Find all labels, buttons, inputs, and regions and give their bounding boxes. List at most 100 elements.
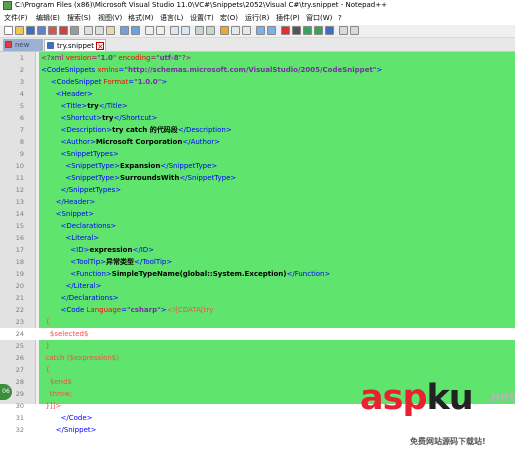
menu-window[interactable]: 窗口(W) (306, 12, 332, 24)
undo-icon[interactable] (120, 26, 129, 35)
indent-guide-icon[interactable] (242, 26, 251, 35)
code-line[interactable]: 23 { (0, 316, 515, 328)
code-token: SnippetType (187, 174, 231, 182)
copy-icon[interactable] (95, 26, 104, 35)
save-all-icon[interactable] (37, 26, 46, 35)
redo-icon[interactable] (131, 26, 140, 35)
close-tab-icon[interactable]: × (96, 42, 104, 51)
menu-language[interactable]: 语言(L) (160, 12, 183, 24)
code-line[interactable]: 20 </Literal> (0, 280, 515, 292)
tab-new[interactable]: new (3, 39, 43, 51)
code-line[interactable]: 18 <ToolTip>异常类型</ToolTip> (0, 256, 515, 268)
code-line[interactable]: 15 <Declarations> (0, 220, 515, 232)
menu-run[interactable]: 运行(R) (245, 12, 269, 24)
menu-search[interactable]: 搜索(S) (67, 12, 91, 24)
code-token: Description (185, 126, 226, 134)
code-line[interactable]: 21 </Declarations> (0, 292, 515, 304)
code-line[interactable]: 5 <Title>try</Title> (0, 100, 515, 112)
show-all-chars-icon[interactable] (231, 26, 240, 35)
code-token: </ (286, 270, 295, 278)
code-line[interactable]: 2 <CodeSnippets xmlns="http://schemas.mic… (0, 64, 515, 76)
code-token: utf-8 (159, 54, 179, 62)
code-token: </ (132, 246, 141, 254)
plugin-icon[interactable] (339, 26, 348, 35)
spell-check-icon[interactable] (350, 26, 359, 35)
tab-bar: new try.snippet × (0, 38, 515, 52)
menu-file[interactable]: 文件(F) (4, 12, 28, 24)
save-icon[interactable] (26, 26, 35, 35)
code-token: Title (106, 102, 122, 110)
save-macro-icon[interactable] (325, 26, 334, 35)
code-line[interactable]: 13 </Header> (0, 196, 515, 208)
code-token: try (102, 114, 114, 122)
code-line[interactable]: 26 catch ($expression$) (0, 352, 515, 364)
code-text: <Code Language="csharp"><![CDATA[try (41, 304, 214, 316)
close-file-icon[interactable] (48, 26, 57, 35)
menu-settings[interactable]: 设置(T) (190, 12, 214, 24)
code-line[interactable]: 10 <SnippetType>Expansion</SnippetType> (0, 160, 515, 172)
zoom-out-icon[interactable] (181, 26, 190, 35)
doc-map-icon[interactable] (256, 26, 265, 35)
code-line[interactable]: 22 <Code Language="csharp"><![CDATA[try (0, 304, 515, 316)
line-number: 32 (15, 426, 24, 434)
code-line[interactable]: 3 <CodeSnippet Format="1.0.0"> (0, 76, 515, 88)
code-line[interactable]: 27 { (0, 364, 515, 376)
code-line[interactable]: 19 <Function>SimpleTypeName(global::Syst… (0, 268, 515, 280)
code-token: </ (160, 162, 169, 170)
code-line[interactable]: 7 <Description>try catch 的代码段</Descripti… (0, 124, 515, 136)
code-line[interactable]: 12 </SnippetTypes> (0, 184, 515, 196)
code-text: <SnippetType>SurroundsWith</SnippetType> (41, 172, 236, 184)
code-token: { (41, 366, 50, 374)
menu-plugins[interactable]: 插件(P) (276, 12, 300, 24)
print-icon[interactable] (70, 26, 79, 35)
code-text: <SnippetTypes> (41, 148, 119, 160)
code-line[interactable]: 16 <Literal> (0, 232, 515, 244)
tab-try-snippet-label: try.snippet (57, 42, 94, 50)
zoom-in-icon[interactable] (170, 26, 179, 35)
code-line[interactable]: 17 <ID>expression</ID> (0, 244, 515, 256)
code-line[interactable]: 6 <Shortcut>try</Shortcut> (0, 112, 515, 124)
code-line[interactable]: 25 } (0, 340, 515, 352)
code-line[interactable]: 14 <Snippet> (0, 208, 515, 220)
new-file-icon[interactable] (4, 26, 13, 35)
editor[interactable]: 1 <?xml version="1.0" encoding="utf-8"?> 2… (0, 52, 515, 446)
code-line[interactable]: 24 $selected$ (0, 328, 515, 340)
menu-help[interactable]: ? (338, 12, 342, 24)
code-text: </Header> (41, 196, 96, 208)
code-line[interactable]: 1 <?xml version="1.0" encoding="utf-8"?> (0, 52, 515, 64)
code-text: </SnippetTypes> (41, 184, 122, 196)
code-line[interactable]: 9 <SnippetTypes> (0, 148, 515, 160)
replace-icon[interactable] (156, 26, 165, 35)
code-line[interactable]: 4 <Header> (0, 88, 515, 100)
find-icon[interactable] (145, 26, 154, 35)
code-token: Header (63, 198, 90, 206)
menu-format[interactable]: 格式(M) (128, 12, 154, 24)
record-macro-icon[interactable] (281, 26, 290, 35)
paste-icon[interactable] (106, 26, 115, 35)
stop-macro-icon[interactable] (292, 26, 301, 35)
open-file-icon[interactable] (15, 26, 24, 35)
code-text: catch ($expression$) (41, 352, 119, 364)
word-wrap-icon[interactable] (220, 26, 229, 35)
code-token: </ (55, 198, 64, 206)
sync-horizontal-icon[interactable] (206, 26, 215, 35)
function-list-icon[interactable] (267, 26, 276, 35)
menu-edit[interactable]: 编辑(E) (36, 12, 60, 24)
code-token: "1.0.0" (134, 78, 162, 86)
cut-icon[interactable] (84, 26, 93, 35)
menu-macro[interactable]: 宏(O) (220, 12, 238, 24)
tab-try-snippet[interactable]: try.snippet × (44, 39, 106, 51)
run-macro-multiple-icon[interactable] (314, 26, 323, 35)
menu-view[interactable]: 视图(V) (98, 12, 122, 24)
sync-vertical-icon[interactable] (195, 26, 204, 35)
code-token: > (148, 246, 155, 254)
code-text: { (41, 364, 50, 376)
code-token: Function (294, 270, 325, 278)
close-all-icon[interactable] (59, 26, 68, 35)
code-line[interactable]: 11 <SnippetType>SurroundsWith</SnippetTy… (0, 172, 515, 184)
play-macro-icon[interactable] (303, 26, 312, 35)
code-line[interactable]: 8 <Author>Microsoft Corporation</Author> (0, 136, 515, 148)
